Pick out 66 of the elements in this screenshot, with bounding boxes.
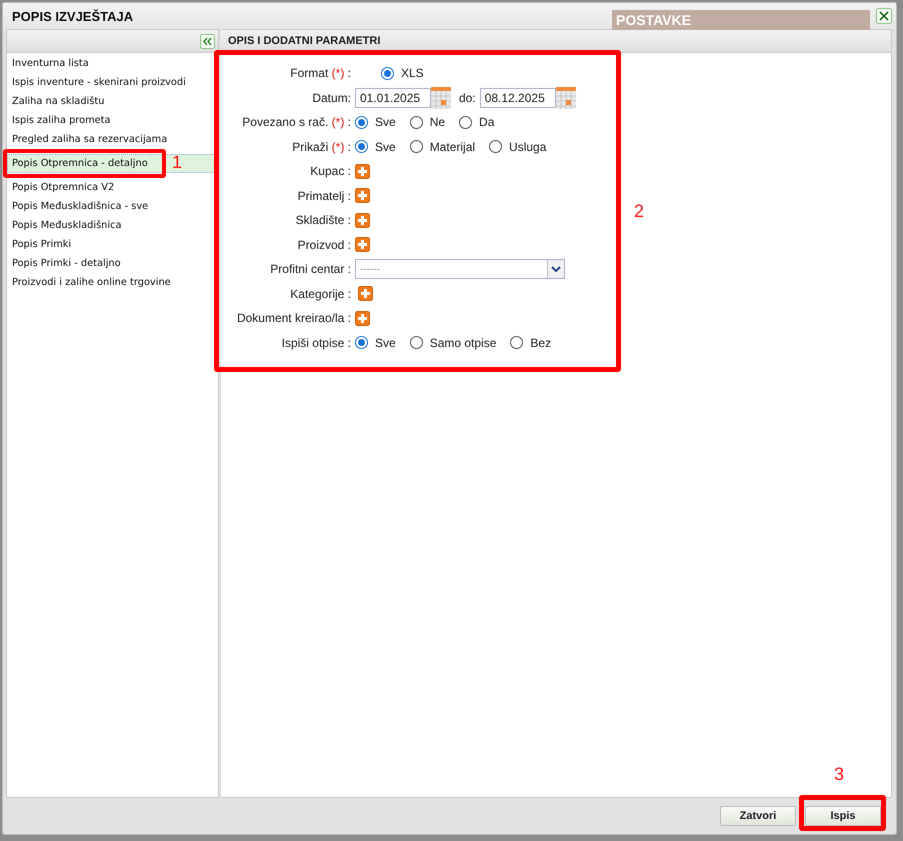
option-label: Sve [375,336,396,350]
field-label: Dokument kreirao/la : [236,311,352,326]
option-label: Bez [530,336,552,350]
add-icon[interactable] [355,212,370,228]
calendar-icon[interactable] [556,86,576,109]
dialog-button[interactable]: Zatvori [720,806,796,826]
caret-icon[interactable] [551,266,561,272]
radio-button[interactable] [410,140,423,154]
panel-header: OPIS I DODATNI PARAMETRI [221,30,891,53]
field-label: Kategorije : [289,286,352,301]
dialog-title: POPIS IZVJEŠTAJA [12,8,134,24]
radio-button[interactable] [489,140,502,154]
option-label: Usluga [509,140,546,154]
radio-button[interactable] [410,336,423,350]
add-icon[interactable] [355,164,370,179]
radio-button[interactable] [355,140,368,154]
dropdown[interactable]: ------ [355,259,565,280]
field-label: Povezano s rač. (*) : [241,115,352,130]
sidebar-item[interactable]: Ispis inventure - skenirani proizvodi [7,73,218,92]
add-icon[interactable] [355,310,370,326]
annotation-number: 1 [172,152,182,173]
radio-button[interactable] [410,116,423,129]
field-label: Format (*) : [289,66,352,80]
field-label: Ispiši otpise : [280,336,352,350]
option-label: Samo otpise [430,336,496,350]
sidebar-item[interactable]: Popis Međuskladišnica - sve [7,197,218,216]
sidebar-item[interactable]: Proizvodi i zalihe online trgovine [7,273,218,292]
annotation-number: 3 [834,764,844,785]
calendar-icon[interactable] [431,86,451,109]
dialog-button[interactable]: Ispis [805,806,881,826]
field-label: Proizvod : [296,238,352,252]
radio-button[interactable] [355,116,368,129]
radio-button[interactable] [355,336,368,350]
add-icon[interactable] [355,188,370,204]
option-label: Sve [375,115,396,130]
collapse-icon[interactable] [200,34,215,48]
add-icon[interactable] [358,286,373,302]
date-field[interactable]: 08.12.2025 [480,88,556,108]
option-label: Materijal [430,140,476,154]
annotation-number: 2 [634,201,644,222]
option-label: Sve [375,140,396,154]
field-label: Kupac : [309,164,352,178]
sidebar-item[interactable]: Popis Otpremnica V2 [7,178,218,197]
field-label: Primatelj : [296,188,352,203]
radio-button[interactable] [510,336,524,350]
sidebar-item[interactable]: Ispis zaliha prometa [7,111,218,130]
field-label: Prikaži (*) : [291,140,352,154]
field-label: Profitni centar : [269,262,352,276]
sidebar-item[interactable]: Popis Međuskladišnica [7,216,218,235]
date-field[interactable]: 01.01.2025 [355,88,431,108]
add-icon[interactable] [355,237,370,252]
option-label: Ne [430,115,446,130]
sidebar-item[interactable]: Popis Primki - detaljno [7,254,218,273]
sidebar-item[interactable]: Zaliha na skladištu [7,92,218,111]
option-label: XLS [401,66,424,80]
option-label: Da [479,115,494,130]
radio-button[interactable] [381,66,394,80]
sidebar-item[interactable]: Pregled zaliha sa rezervacijama [7,130,218,149]
background-panel-title: POSTAVKE [612,10,870,30]
sidebar-item[interactable]: Popis Primki [7,235,218,254]
field-label: Skladište : [294,213,352,228]
field-label: do: [459,90,476,105]
radio-button[interactable] [459,116,472,129]
sidebar-item[interactable]: Inventurna lista [7,54,218,73]
field-label: Datum: [311,90,352,105]
close-icon[interactable] [876,8,892,24]
